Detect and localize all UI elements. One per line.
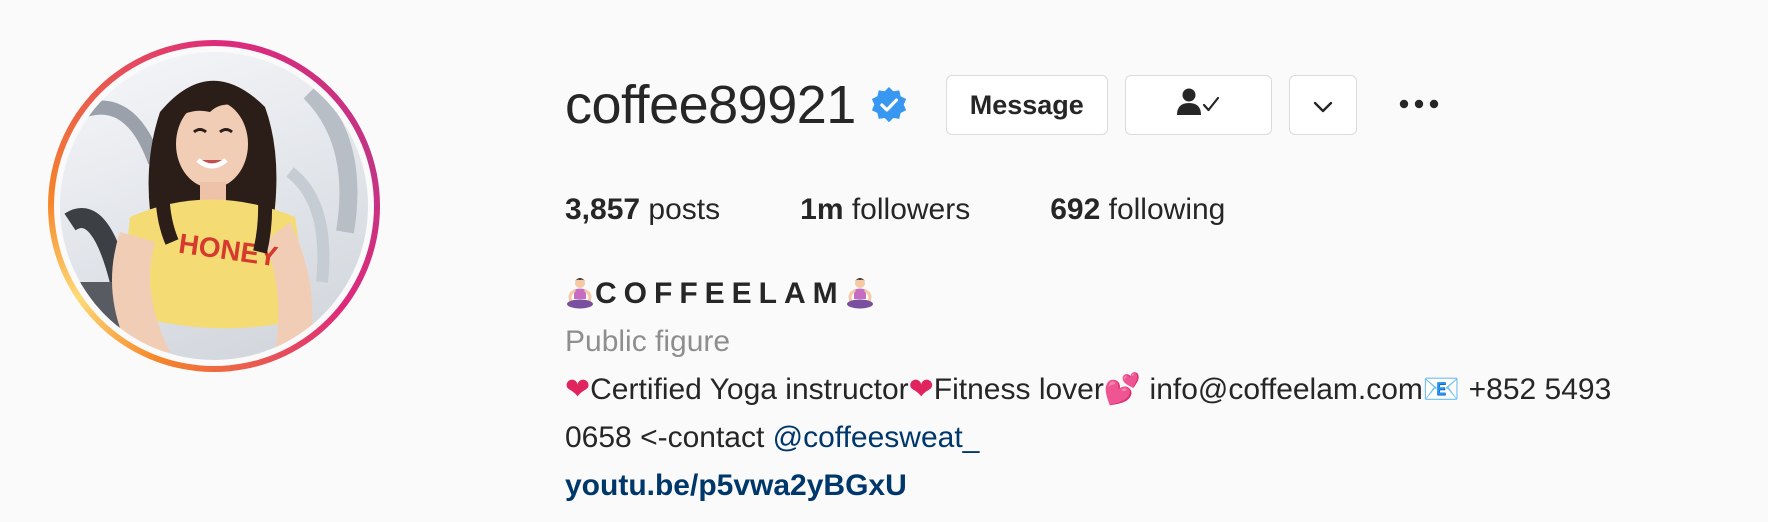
posts-label: posts (648, 193, 721, 226)
followers-stat[interactable]: 1m followers (800, 190, 970, 230)
yoga-emoji-icon (845, 277, 875, 311)
red-heart-icon: ❤ (565, 373, 591, 406)
following-stat[interactable]: 692 following (1050, 190, 1225, 230)
bio-line-2: 0658 <-contact @coffeesweat_ (565, 414, 1715, 462)
followers-count: 1m (800, 193, 844, 226)
two-hearts-icon: 💕 (1103, 372, 1142, 407)
title-row: coffee89921 Message (565, 72, 1443, 138)
message-button-label: Message (969, 89, 1084, 120)
more-options-button[interactable] (1395, 81, 1443, 129)
red-heart-icon: ❤ (908, 373, 934, 406)
suggested-accounts-dropdown-button[interactable] (1288, 75, 1357, 135)
display-name: COFFEELAM (595, 277, 845, 310)
username: coffee89921 (565, 75, 856, 135)
yoga-emoji-icon (565, 277, 595, 311)
more-horizontal-icon (1399, 96, 1439, 114)
posts-stat: 3,857 posts (565, 190, 720, 230)
followers-label: followers (851, 193, 971, 226)
bio-phone: +852 5493 (1460, 373, 1612, 406)
story-ring[interactable]: HONEY (48, 40, 380, 372)
bio-email: info@coffeelam.com (1141, 373, 1423, 406)
person-check-icon (1176, 87, 1220, 124)
chevron-down-icon (1312, 90, 1334, 121)
profile-header: HONEY coffee89921 Message 3,857 posts 1m… (0, 0, 1768, 522)
profile-bio: COFFEELAM Public figure ❤Certified Yoga … (565, 270, 1715, 510)
bio-text: Certified Yoga instructor (590, 373, 909, 406)
external-link[interactable]: youtu.be/p5vwa2yBGxU (565, 469, 907, 502)
email-icon: 📧 (1422, 372, 1461, 407)
posts-count: 3,857 (565, 193, 641, 226)
verified-badge-icon (870, 86, 908, 124)
bio-line-1: ❤Certified Yoga instructor❤Fitness lover… (565, 366, 1715, 414)
profile-category: Public figure (565, 325, 731, 358)
avatar[interactable]: HONEY (60, 52, 368, 360)
display-name-row: COFFEELAM (565, 270, 1715, 318)
avatar-photo-drawing: HONEY (60, 80, 358, 360)
avatar-gap: HONEY (54, 46, 374, 366)
profile-stats: 3,857 posts 1m followers 692 following (565, 190, 1305, 230)
mention-link[interactable]: @coffeesweat_ (773, 421, 980, 454)
following-count: 692 (1050, 193, 1101, 226)
bio-line-3: youtu.be/p5vwa2yBGxU (565, 462, 1715, 510)
bio-text: Fitness lover (933, 373, 1104, 406)
message-button[interactable]: Message (945, 75, 1108, 135)
following-label: following (1108, 193, 1226, 226)
bio-text: 0658 <-contact (565, 421, 773, 454)
following-button[interactable] (1124, 75, 1272, 135)
